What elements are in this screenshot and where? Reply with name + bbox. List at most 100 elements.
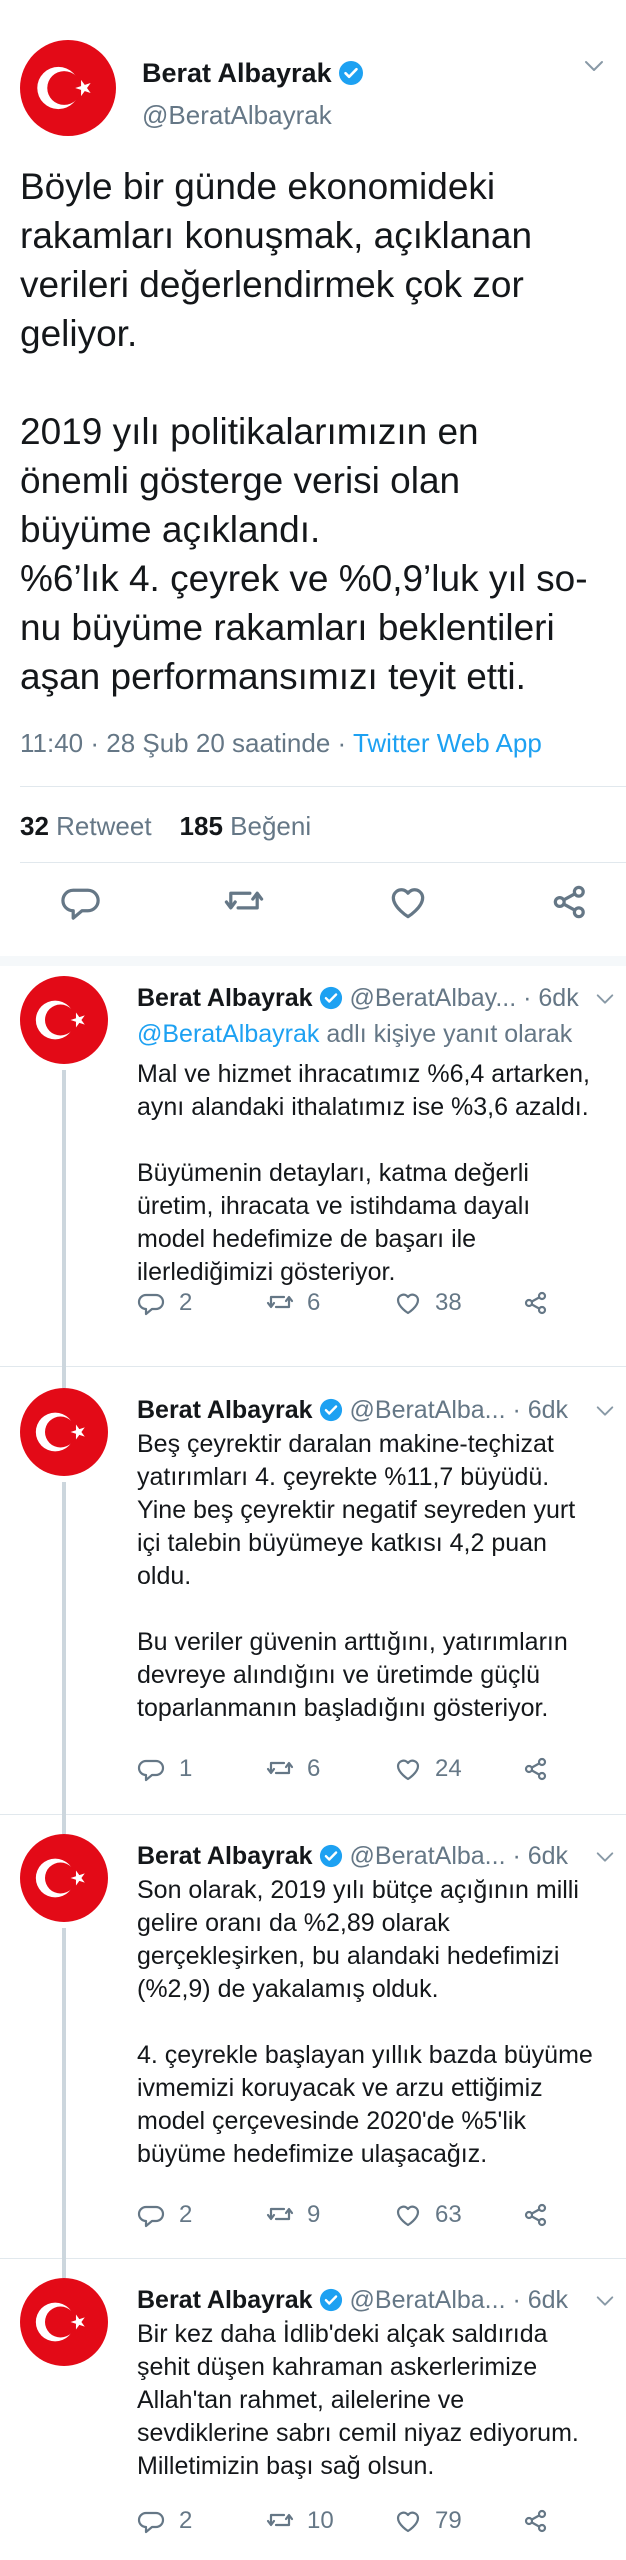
share-button[interactable] xyxy=(521,1754,551,1784)
retweet-button[interactable]: 6 xyxy=(265,1754,320,1784)
reply-icon xyxy=(137,2205,165,2228)
thread-tweet[interactable]: Berat Albayrak @BeratAlba... · 6dk Bir k… xyxy=(0,2258,626,2560)
divider xyxy=(0,2258,626,2259)
retweet-button[interactable]: 6 xyxy=(265,1288,320,1318)
retweet-icon xyxy=(266,2207,294,2221)
turkish-flag-icon xyxy=(35,2302,85,2342)
chevron-down-icon[interactable] xyxy=(582,54,606,78)
tweet-text: Bir kez daha İdlib'deki alçak saldırıda … xyxy=(137,2320,579,2480)
author-name[interactable]: Berat Albayrak xyxy=(142,58,364,89)
like-button[interactable] xyxy=(386,880,430,924)
reply-button[interactable] xyxy=(60,880,104,924)
divider xyxy=(0,1814,626,1815)
main-tweet-text: Böyle bir günde ekonomideki rakamları ko… xyxy=(20,166,588,697)
tweet-header: Berat Albayrak @BeratAlbay... · 6dk xyxy=(137,984,617,1013)
share-icon xyxy=(524,1757,547,1781)
tweet-text: Beş çeyrektir daralan makine-teçhizat ya… xyxy=(137,1430,576,1722)
like-icon xyxy=(396,2205,420,2227)
main-tweet-actions xyxy=(0,880,626,940)
share-button[interactable] xyxy=(521,2200,551,2230)
reply-mention-link[interactable]: @BeratAlbayrak xyxy=(137,1020,319,1048)
thread-connector xyxy=(62,1928,66,2258)
chevron-down-icon[interactable] xyxy=(594,988,616,1010)
avatar[interactable] xyxy=(20,976,108,1064)
share-button[interactable] xyxy=(521,1288,551,1318)
like-stat[interactable]: 185 Beğeni xyxy=(180,811,312,841)
verified-badge-icon xyxy=(337,60,364,86)
avatar[interactable] xyxy=(20,1834,108,1922)
retweet-button[interactable]: 9 xyxy=(265,2200,320,2230)
tweet-header: Berat Albayrak @BeratAlba... · 6dk xyxy=(137,1396,617,1425)
thread-tweet[interactable]: Berat Albayrak @BeratAlbay... · 6dk @Ber… xyxy=(0,976,626,1366)
thread-connector xyxy=(62,1366,66,1388)
retweet-icon xyxy=(266,2513,294,2527)
author-name[interactable]: Berat Albayrak xyxy=(137,984,313,1012)
reply-button[interactable]: 1 xyxy=(137,1754,192,1784)
thread-connector xyxy=(62,1482,66,1814)
tweet-text: Mal ve hizmet ihracatımız %6,4 artarken,… xyxy=(137,1060,590,1286)
tweet-text: Son olarak, 2019 yılı bütçe açığının mil… xyxy=(137,1876,593,2168)
tweet-actions: 2 6 38 xyxy=(137,1288,617,1328)
reply-context: @BeratAlbayrak adlı kişiye yanıt olarak xyxy=(137,1020,573,1048)
like-button[interactable]: 63 xyxy=(393,2200,462,2230)
verified-badge-icon xyxy=(318,2288,343,2312)
avatar[interactable] xyxy=(20,2278,108,2366)
verified-badge-icon xyxy=(318,986,343,1010)
thread-tweet[interactable]: Berat Albayrak @BeratAlba... · 6dk Beş ç… xyxy=(0,1366,626,1814)
like-icon xyxy=(396,1759,420,1781)
reply-button[interactable]: 2 xyxy=(137,2506,192,2536)
handle-time[interactable]: @BeratAlba... · 6dk xyxy=(350,1396,569,1424)
section-separator xyxy=(0,956,626,966)
tweet-header: Berat Albayrak @BeratAlba... · 6dk xyxy=(137,1842,617,1871)
share-icon xyxy=(524,2509,547,2533)
retweet-button[interactable] xyxy=(222,880,266,924)
handle-time[interactable]: @BeratAlba... · 6dk xyxy=(350,1842,569,1870)
author-name[interactable]: Berat Albayrak xyxy=(137,1396,313,1424)
handle-time[interactable]: @BeratAlba... · 6dk xyxy=(350,2286,569,2314)
main-tweet-header: Berat Albayrak @BeratAlbayrak xyxy=(20,40,606,140)
retweet-stat[interactable]: 32 Retweet xyxy=(20,811,152,841)
retweet-button[interactable]: 10 xyxy=(265,2506,334,2536)
share-icon xyxy=(553,885,585,919)
tweet-timestamp[interactable]: 11:40 · 28 Şub 20 saatinde · xyxy=(20,728,353,758)
divider xyxy=(20,862,626,863)
share-icon xyxy=(524,2203,547,2227)
tweet-actions: 1 6 24 xyxy=(137,1754,617,1794)
like-icon xyxy=(396,2511,420,2533)
chevron-down-icon[interactable] xyxy=(594,1846,616,1868)
chevron-down-icon[interactable] xyxy=(594,1400,616,1422)
thread-connector xyxy=(62,1070,66,1366)
reply-button[interactable]: 2 xyxy=(137,1288,192,1318)
share-button[interactable] xyxy=(548,880,592,924)
author-name[interactable]: Berat Albayrak xyxy=(137,1842,313,1870)
divider xyxy=(20,786,626,787)
tweet-source-link[interactable]: Twitter Web App xyxy=(353,728,542,758)
turkish-flag-icon xyxy=(35,1000,85,1040)
author-name[interactable]: Berat Albayrak xyxy=(137,2286,313,2314)
thread-connector xyxy=(62,2258,66,2278)
tweet-meta: 11:40 · 28 Şub 20 saatinde · Twitter Web… xyxy=(20,728,542,759)
avatar[interactable] xyxy=(20,40,116,136)
verified-badge-icon xyxy=(318,1844,343,1868)
like-button[interactable]: 38 xyxy=(393,1288,462,1318)
handle-time[interactable]: @BeratAlbay... · 6dk xyxy=(350,984,579,1012)
turkish-flag-icon xyxy=(35,1412,85,1452)
author-handle[interactable]: @BeratAlbayrak xyxy=(142,100,332,131)
like-button[interactable]: 24 xyxy=(393,1754,462,1784)
verified-badge-icon xyxy=(318,1398,343,1422)
tweet-header: Berat Albayrak @BeratAlba... · 6dk xyxy=(137,2286,617,2315)
chevron-down-icon[interactable] xyxy=(594,2290,616,2312)
share-button[interactable] xyxy=(521,2506,551,2536)
thread-connector xyxy=(62,1814,66,1834)
turkish-flag-icon xyxy=(35,1858,85,1898)
share-icon xyxy=(524,1291,547,1315)
like-icon xyxy=(391,888,425,919)
like-button[interactable]: 79 xyxy=(393,2506,462,2536)
tweet-stats: 32 Retweet 185 Beğeni xyxy=(20,811,311,842)
retweet-icon xyxy=(266,1295,294,1309)
avatar[interactable] xyxy=(20,1388,108,1476)
reply-icon xyxy=(137,1293,165,1316)
thread-tweet[interactable]: Berat Albayrak @BeratAlba... · 6dk Son o… xyxy=(0,1814,626,2258)
divider xyxy=(0,1366,626,1367)
reply-button[interactable]: 2 xyxy=(137,2200,192,2230)
